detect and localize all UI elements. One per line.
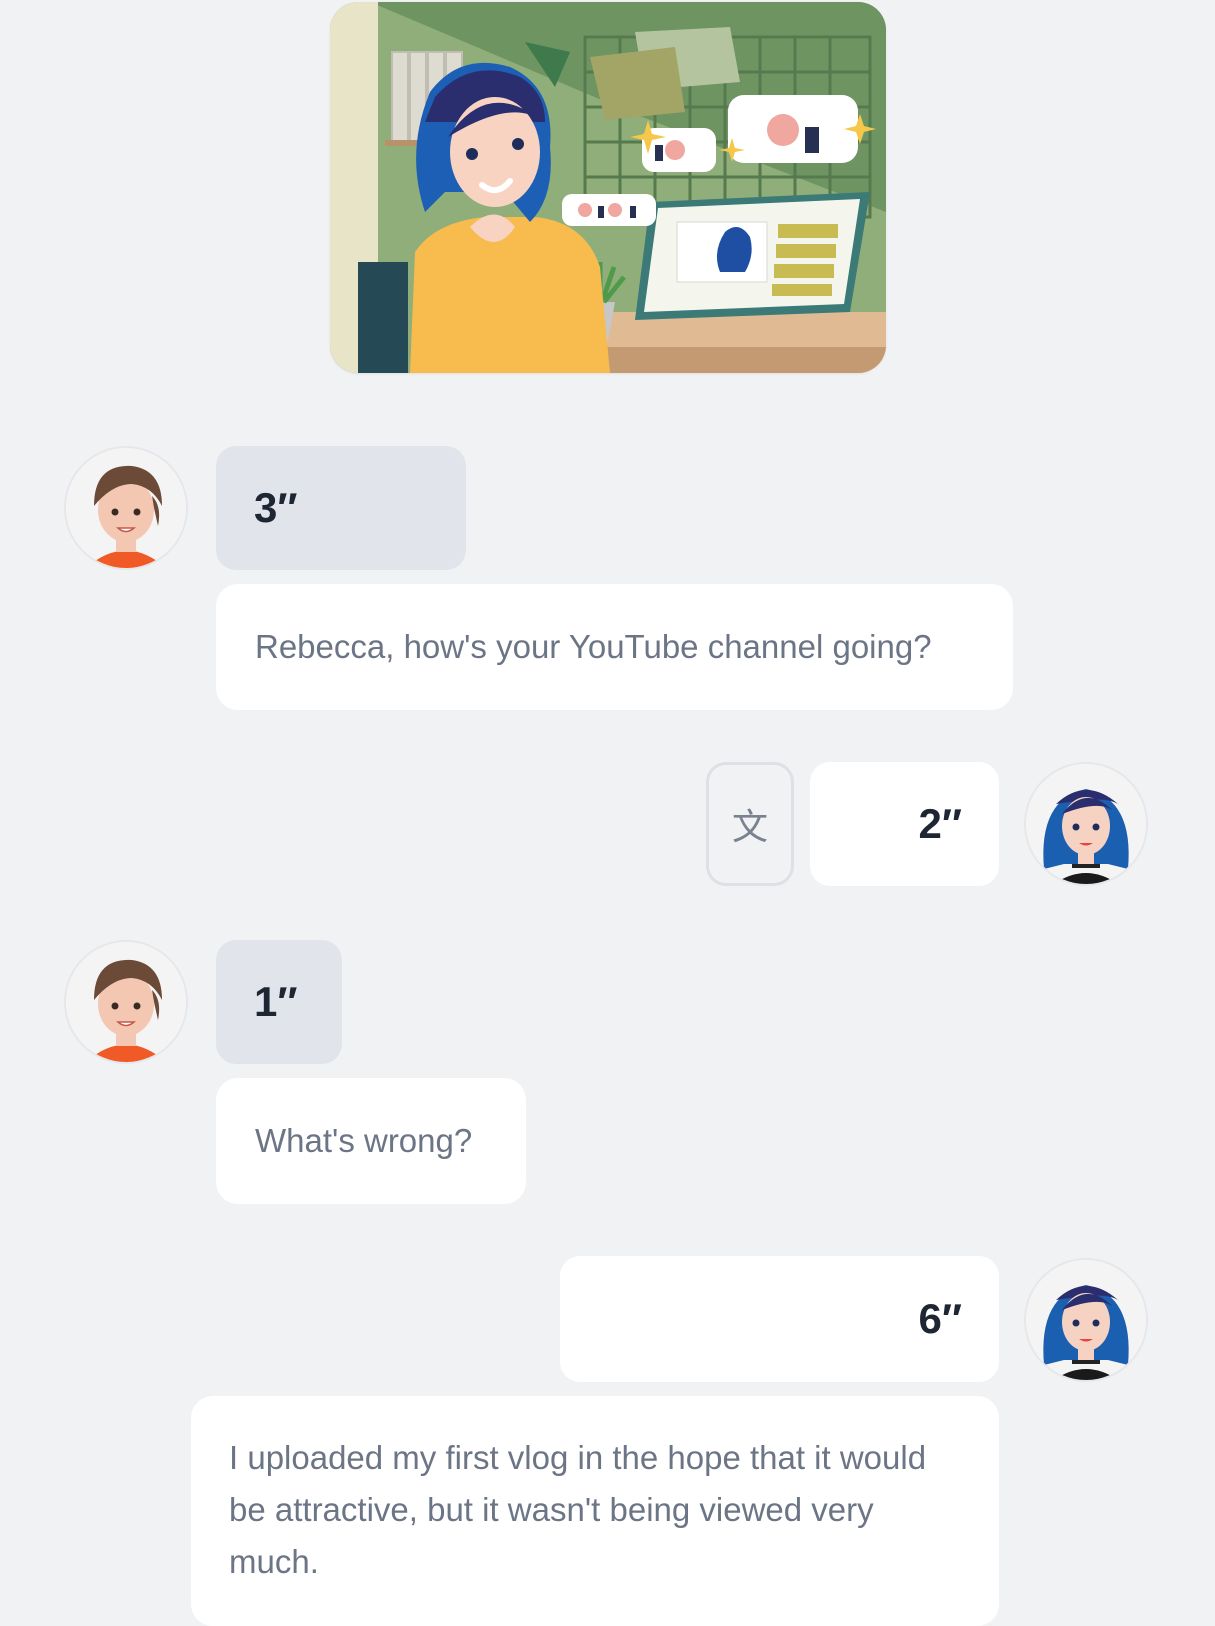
message-text: Rebecca, how's your YouTube channel goin… bbox=[255, 628, 932, 665]
audio-message[interactable]: 6″ bbox=[560, 1256, 999, 1382]
message-text-bubble: What's wrong? bbox=[216, 1078, 526, 1204]
audio-message[interactable]: 3″ bbox=[216, 446, 466, 570]
blue-hair-avatar bbox=[1024, 1258, 1148, 1382]
audio-message[interactable]: 2″ bbox=[810, 762, 999, 886]
translate-icon: 文 bbox=[731, 806, 768, 847]
audio-duration: 6″ bbox=[918, 1295, 962, 1342]
message-text: I uploaded my first vlog in the hope tha… bbox=[229, 1439, 927, 1580]
audio-duration: 3″ bbox=[254, 484, 298, 531]
brown-hair-avatar bbox=[64, 940, 188, 1064]
message-text-bubble: Rebecca, how's your YouTube channel goin… bbox=[216, 584, 1013, 710]
audio-duration: 1″ bbox=[254, 978, 298, 1025]
message-text: What's wrong? bbox=[255, 1122, 473, 1159]
audio-duration: 2″ bbox=[918, 800, 962, 847]
brown-hair-avatar bbox=[64, 446, 188, 570]
translate-button[interactable]: 文 bbox=[706, 762, 794, 886]
audio-message[interactable]: 1″ bbox=[216, 940, 342, 1064]
hero-illustration bbox=[330, 2, 886, 373]
blue-hair-avatar bbox=[1024, 762, 1148, 886]
message-text-bubble: I uploaded my first vlog in the hope tha… bbox=[191, 1396, 999, 1626]
